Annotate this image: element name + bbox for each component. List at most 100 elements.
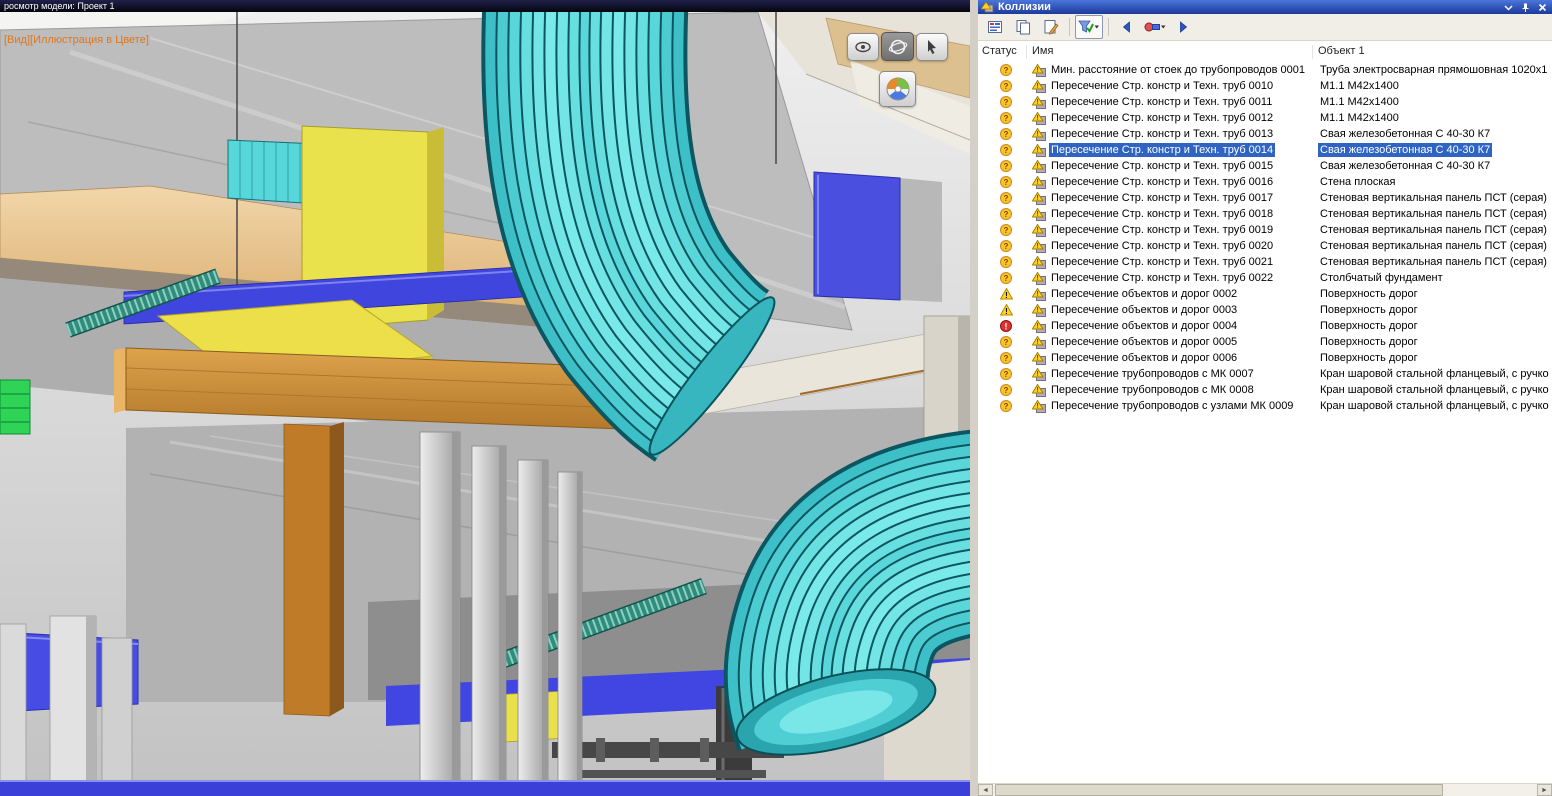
collision-row[interactable]: ? ! Пересечение Стр. констр и Техн. труб… bbox=[978, 206, 1552, 222]
collision-type-icon: ! bbox=[1032, 256, 1046, 269]
collision-row[interactable]: ! ! Пересечение объектов и дорог 0004 По… bbox=[978, 318, 1552, 334]
svg-text:?: ? bbox=[1004, 210, 1009, 219]
collision-object: Свая железобетонная С 40-30 К7 bbox=[1318, 143, 1492, 157]
collisions-panel-titlebar[interactable]: Коллизии bbox=[978, 0, 1552, 14]
copy-button[interactable] bbox=[1010, 15, 1036, 39]
filter-button[interactable] bbox=[1075, 15, 1103, 39]
report-icon bbox=[987, 19, 1003, 35]
collision-object: Кран шаровой стальной фланцевый, с ручко bbox=[1318, 367, 1551, 381]
svg-text:?: ? bbox=[1004, 354, 1009, 363]
collisions-table-header: Статус Имя Объект 1 bbox=[978, 42, 1552, 62]
collision-row[interactable]: ? ! Пересечение Стр. констр и Техн. труб… bbox=[978, 78, 1552, 94]
blue-floor-edge bbox=[0, 782, 970, 796]
collision-row[interactable]: ? ! Мин. расстояние от стоек до трубопро… bbox=[978, 62, 1552, 78]
svg-text:!: ! bbox=[1005, 291, 1008, 300]
collisions-panel: Коллизии bbox=[978, 0, 1552, 796]
collision-row[interactable]: ? ! Пересечение Стр. констр и Техн. труб… bbox=[978, 254, 1552, 270]
collision-row[interactable]: ? ! Пересечение трубопроводов с узлами М… bbox=[978, 398, 1552, 414]
collision-row[interactable]: ? ! Пересечение Стр. констр и Техн. труб… bbox=[978, 126, 1552, 142]
window-titlebar[interactable]: росмотр модели: Проект 1 bbox=[0, 0, 970, 12]
scrollbar-thumb[interactable] bbox=[995, 784, 1443, 796]
collision-row[interactable]: ? ! Пересечение Стр. констр и Техн. труб… bbox=[978, 270, 1552, 286]
viewport-3d[interactable]: [Вид][Иллюстрация в Цвете] bbox=[0, 12, 970, 796]
svg-text:!: ! bbox=[1037, 339, 1039, 346]
collision-row[interactable]: ? ! Пересечение трубопроводов с МК 0007 … bbox=[978, 366, 1552, 382]
pointer-button[interactable] bbox=[916, 33, 948, 61]
collision-type-icon: ! bbox=[1032, 112, 1046, 125]
collision-row[interactable]: ? ! Пересечение Стр. констр и Техн. труб… bbox=[978, 238, 1552, 254]
model-scene bbox=[0, 12, 970, 796]
column-header-status[interactable]: Статус bbox=[982, 45, 1017, 57]
collision-row[interactable]: ? ! Пересечение Стр. констр и Техн. труб… bbox=[978, 110, 1552, 126]
svg-text:!: ! bbox=[1037, 371, 1039, 378]
column-header-object1[interactable]: Объект 1 bbox=[1318, 45, 1365, 57]
collision-type-icon: ! bbox=[1032, 288, 1046, 301]
scroll-right-button[interactable]: ► bbox=[1537, 784, 1552, 796]
collision-row[interactable]: ? ! Пересечение Стр. констр и Техн. труб… bbox=[978, 94, 1552, 110]
visual-style-button[interactable] bbox=[847, 33, 879, 61]
view-mode-overlay: [Вид][Иллюстрация в Цвете] bbox=[4, 34, 149, 46]
properties-button[interactable] bbox=[1038, 15, 1064, 39]
collision-type-icon: ! bbox=[1032, 336, 1046, 349]
prev-collision-button[interactable] bbox=[1114, 15, 1140, 39]
svg-text:!: ! bbox=[1037, 259, 1039, 266]
collision-name: Пересечение Стр. констр и Техн. труб 002… bbox=[1049, 239, 1275, 253]
collision-type-icon: ! bbox=[1032, 96, 1046, 109]
properties-icon bbox=[1043, 19, 1059, 35]
svg-text:!: ! bbox=[1037, 387, 1039, 394]
render-sphere-button[interactable] bbox=[879, 71, 916, 107]
report-button[interactable] bbox=[982, 15, 1008, 39]
next-collision-button[interactable] bbox=[1170, 15, 1196, 39]
scroll-left-button[interactable]: ◄ bbox=[978, 784, 993, 796]
collision-name: Пересечение объектов и дорог 0005 bbox=[1049, 335, 1239, 349]
panel-menu-button[interactable] bbox=[1502, 1, 1515, 13]
question-status-icon: ? bbox=[1000, 336, 1013, 348]
green-box[interactable] bbox=[0, 380, 30, 434]
collision-row[interactable]: ? ! Пересечение Стр. констр и Техн. труб… bbox=[978, 174, 1552, 190]
collision-object: Поверхность дорог bbox=[1318, 303, 1420, 317]
panel-pin-button[interactable] bbox=[1519, 1, 1532, 13]
collision-row[interactable]: ! ! Пересечение объектов и дорог 0003 По… bbox=[978, 302, 1552, 318]
collision-type-icon: ! bbox=[1032, 192, 1046, 205]
collision-row-selected[interactable]: ? ! Пересечение Стр. констр и Техн. труб… bbox=[978, 142, 1552, 158]
collision-row[interactable]: ? ! Пересечение объектов и дорог 0006 По… bbox=[978, 350, 1552, 366]
column-header-name[interactable]: Имя bbox=[1032, 45, 1053, 57]
svg-text:?: ? bbox=[1004, 114, 1009, 123]
collision-object: Столбчатый фундамент bbox=[1318, 271, 1445, 285]
panel-close-button[interactable] bbox=[1536, 1, 1549, 13]
pin-icon bbox=[1520, 2, 1531, 13]
panel-splitter[interactable] bbox=[970, 0, 978, 796]
collision-type-icon: ! bbox=[1032, 64, 1046, 77]
svg-text:!: ! bbox=[1037, 115, 1039, 122]
horizontal-scrollbar[interactable]: ◄ ► bbox=[978, 783, 1552, 796]
collision-row[interactable]: ? ! Пересечение объектов и дорог 0005 По… bbox=[978, 334, 1552, 350]
collision-row[interactable]: ? ! Пересечение Стр. констр и Техн. труб… bbox=[978, 190, 1552, 206]
svg-text:!: ! bbox=[1037, 99, 1039, 106]
question-status-icon: ? bbox=[1000, 224, 1013, 236]
collision-row[interactable]: ! ! Пересечение объектов и дорог 0002 По… bbox=[978, 286, 1552, 302]
collision-name: Пересечение Стр. констр и Техн. труб 001… bbox=[1049, 191, 1275, 205]
orange-column[interactable] bbox=[284, 422, 344, 716]
collision-type-icon: ! bbox=[1032, 144, 1046, 157]
svg-text:?: ? bbox=[1004, 258, 1009, 267]
question-status-icon: ? bbox=[1000, 128, 1013, 140]
collision-row[interactable]: ? ! Пересечение Стр. констр и Техн. труб… bbox=[978, 222, 1552, 238]
question-status-icon: ? bbox=[1000, 400, 1013, 412]
svg-text:?: ? bbox=[1004, 338, 1009, 347]
collision-object: Поверхность дорог bbox=[1318, 351, 1420, 365]
svg-text:?: ? bbox=[1004, 226, 1009, 235]
collision-object: Поверхность дорог bbox=[1318, 335, 1420, 349]
collision-object: Кран шаровой стальной фланцевый, с ручко bbox=[1318, 383, 1551, 397]
orbit-button[interactable] bbox=[881, 32, 914, 61]
collision-type-icon: ! bbox=[1032, 272, 1046, 285]
collision-object: Свая железобетонная С 40-30 К7 bbox=[1318, 127, 1492, 141]
collision-type-icon: ! bbox=[1032, 208, 1046, 221]
collisions-toolbar bbox=[978, 14, 1552, 41]
show-collision-button[interactable] bbox=[1142, 15, 1168, 39]
svg-text:?: ? bbox=[1004, 98, 1009, 107]
collision-row[interactable]: ? ! Пересечение Стр. констр и Техн. труб… bbox=[978, 158, 1552, 174]
collision-row[interactable]: ? ! Пересечение трубопроводов с МК 0008 … bbox=[978, 382, 1552, 398]
collision-type-icon: ! bbox=[1032, 240, 1046, 253]
blue-wall-panel[interactable] bbox=[814, 172, 942, 302]
orbit-icon bbox=[888, 37, 908, 57]
